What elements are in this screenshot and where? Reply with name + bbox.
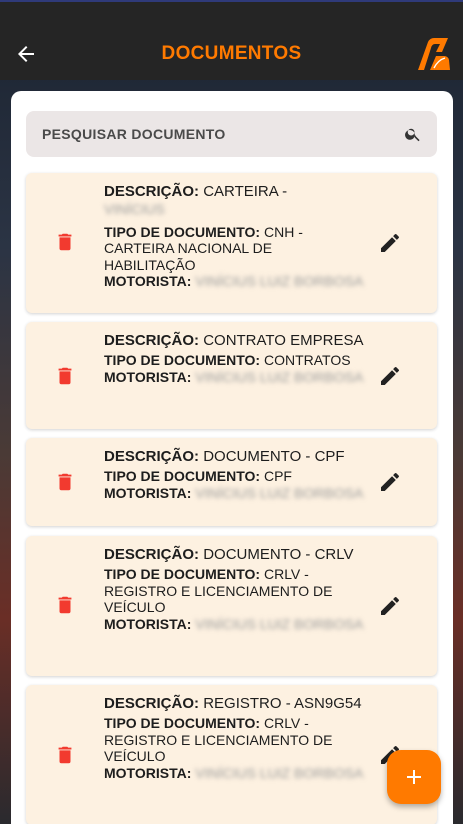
type-line: TIPO DE DOCUMENTO: CRLV - REGISTRO E LIC… bbox=[104, 715, 366, 765]
description-line: DESCRIÇÃO: REGISTRO - ASN9G54 bbox=[104, 694, 366, 713]
document-details: DESCRIÇÃO: DOCUMENTO - CPF TIPO DE DOCUM… bbox=[104, 447, 374, 501]
search-icon[interactable] bbox=[404, 125, 422, 143]
driver-label: MOTORISTA: bbox=[104, 764, 192, 781]
description-value: CONTRATO EMPRESA bbox=[203, 332, 364, 349]
pencil-icon[interactable] bbox=[378, 470, 402, 494]
document-card[interactable]: DESCRIÇÃO: DOCUMENTO - CPF TIPO DE DOCUM… bbox=[26, 438, 437, 526]
plus-icon bbox=[407, 770, 421, 784]
trash-icon[interactable] bbox=[54, 231, 76, 253]
trash-icon[interactable] bbox=[54, 744, 76, 766]
description-value: DOCUMENTO - CRLV bbox=[203, 546, 354, 563]
description-line: DESCRIÇÃO: DOCUMENTO - CRLV bbox=[104, 545, 366, 564]
documents-panel: DESCRIÇÃO: CARTEIRA - VINÍCIUS TIPO DE D… bbox=[11, 91, 453, 824]
type-value: CONTRATOS bbox=[263, 352, 351, 368]
page-title: DOCUMENTOS bbox=[161, 43, 302, 64]
document-details: DESCRIÇÃO: DOCUMENTO - CRLV TIPO DE DOCU… bbox=[104, 545, 366, 632]
app-bar: DOCUMENTOS bbox=[0, 0, 463, 80]
type-label: TIPO DE DOCUMENTO: bbox=[104, 715, 261, 731]
driver-line: MOTORISTA: VINÍCIUS LUIZ BORBOSA bbox=[104, 616, 366, 633]
driver-value: VINÍCIUS LUIZ BORBOSA bbox=[195, 273, 364, 289]
type-line: TIPO DE DOCUMENTO: CNH - CARTEIRA NACION… bbox=[104, 224, 366, 274]
description-label: DESCRIÇÃO: bbox=[104, 183, 200, 200]
type-label: TIPO DE DOCUMENTO: bbox=[104, 566, 261, 582]
logo-icon bbox=[418, 38, 450, 70]
driver-value: VINÍCIUS LUIZ BORBOSA bbox=[195, 764, 364, 781]
document-card[interactable]: DESCRIÇÃO: CARTEIRA - VINÍCIUS TIPO DE D… bbox=[26, 173, 437, 313]
description-label: DESCRIÇÃO: bbox=[104, 695, 200, 712]
driver-line: MOTORISTA: VINÍCIUS LUIZ BORBOSA bbox=[104, 273, 366, 290]
driver-line: MOTORISTA: VINÍCIUS LUIZ BORBOSA bbox=[104, 485, 374, 502]
description-value: REGISTRO - ASN9G54 bbox=[203, 695, 362, 712]
description-line: DESCRIÇÃO: DOCUMENTO - CPF bbox=[104, 447, 374, 466]
driver-line: MOTORISTA: VINÍCIUS LUIZ BORBOSA bbox=[104, 369, 366, 386]
type-label: TIPO DE DOCUMENTO: bbox=[104, 352, 261, 368]
document-card[interactable]: DESCRIÇÃO: CONTRATO EMPRESA TIPO DE DOCU… bbox=[26, 322, 437, 429]
description-label: DESCRIÇÃO: bbox=[104, 546, 200, 563]
type-value: CPF bbox=[263, 468, 292, 484]
pencil-icon[interactable] bbox=[378, 231, 402, 255]
type-label: TIPO DE DOCUMENTO: bbox=[104, 223, 261, 240]
search-input[interactable] bbox=[42, 111, 392, 157]
type-line: TIPO DE DOCUMENTO: CPF bbox=[104, 468, 374, 485]
document-card[interactable]: DESCRIÇÃO: REGISTRO - ASN9G54 TIPO DE DO… bbox=[26, 685, 437, 824]
driver-value: VINÍCIUS LUIZ BORBOSA bbox=[195, 368, 364, 385]
add-document-button[interactable] bbox=[387, 750, 441, 804]
driver-value: VINÍCIUS LUIZ BORBOSA bbox=[195, 484, 364, 501]
trash-icon[interactable] bbox=[54, 471, 76, 493]
description-value: CARTEIRA - bbox=[203, 183, 288, 200]
description-blurred-value: VINÍCIUS bbox=[104, 201, 165, 217]
document-details: DESCRIÇÃO: CONTRATO EMPRESA TIPO DE DOCU… bbox=[104, 331, 366, 385]
driver-label: MOTORISTA: bbox=[104, 273, 192, 289]
document-card[interactable]: DESCRIÇÃO: DOCUMENTO - CRLV TIPO DE DOCU… bbox=[26, 536, 437, 676]
description-label: DESCRIÇÃO: bbox=[104, 332, 200, 349]
description-line: DESCRIÇÃO: CONTRATO EMPRESA bbox=[104, 331, 366, 350]
type-line: TIPO DE DOCUMENTO: CRLV - REGISTRO E LIC… bbox=[104, 566, 366, 616]
pencil-icon[interactable] bbox=[378, 364, 402, 388]
document-details: DESCRIÇÃO: CARTEIRA - VINÍCIUS TIPO DE D… bbox=[104, 182, 366, 290]
type-label: TIPO DE DOCUMENTO: bbox=[104, 468, 261, 484]
pencil-icon[interactable] bbox=[378, 594, 402, 618]
driver-label: MOTORISTA: bbox=[104, 615, 192, 632]
driver-label: MOTORISTA: bbox=[104, 368, 192, 385]
trash-icon[interactable] bbox=[54, 594, 76, 616]
document-details: DESCRIÇÃO: REGISTRO - ASN9G54 TIPO DE DO… bbox=[104, 694, 366, 781]
trash-icon[interactable] bbox=[54, 365, 76, 387]
description-value: DOCUMENTO - CPF bbox=[203, 448, 345, 465]
driver-line: MOTORISTA: VINÍCIUS LUIZ BORBOSA bbox=[104, 765, 366, 782]
description-label: DESCRIÇÃO: bbox=[104, 448, 200, 465]
description-line: DESCRIÇÃO: CARTEIRA - bbox=[104, 182, 366, 201]
type-line: TIPO DE DOCUMENTO: CONTRATOS bbox=[104, 352, 366, 369]
driver-value: VINÍCIUS LUIZ BORBOSA bbox=[195, 615, 364, 632]
driver-label: MOTORISTA: bbox=[104, 484, 192, 501]
search-bar bbox=[26, 111, 437, 157]
